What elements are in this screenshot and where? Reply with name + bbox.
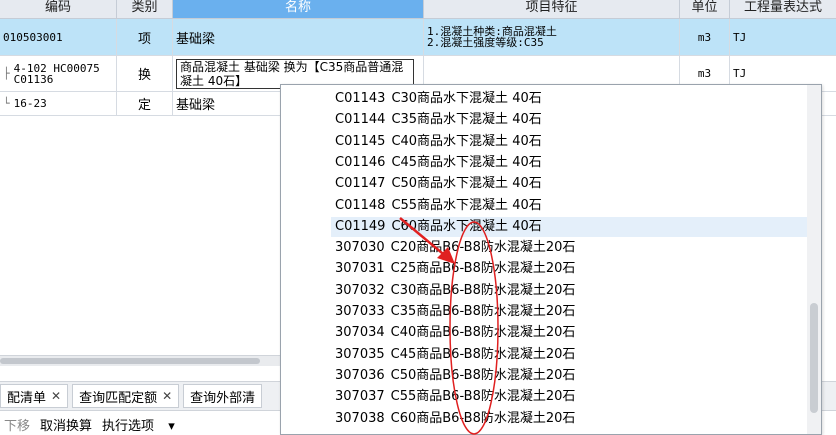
horizontal-scrollbar[interactable] <box>0 355 280 366</box>
row-expr[interactable]: TJ <box>730 19 836 55</box>
tree-branch-icon: └ <box>3 97 10 110</box>
dropdown-option[interactable]: 307037 C55商品B6-B8防水混凝土20石 <box>331 387 809 407</box>
row-type[interactable]: 项 <box>117 19 173 55</box>
close-icon[interactable]: ✕ <box>162 389 172 403</box>
option-code: 307030 <box>335 240 385 256</box>
cancel-convert-button[interactable]: 取消换算 <box>40 415 92 434</box>
tab-label: 查询外部清 <box>190 390 256 406</box>
dropdown-option[interactable]: C01146 C45商品水下混凝土 40石 <box>331 153 809 173</box>
option-code: C01147 <box>335 176 386 192</box>
tab-query-match-quota[interactable]: 查询匹配定额 ✕ <box>72 384 180 408</box>
dropdown-option[interactable]: 307036 C50商品B6-B8防水混凝土20石 <box>331 366 809 386</box>
option-code: 307034 <box>335 325 385 341</box>
dropdown-option[interactable]: 307031 C25商品B6-B8防水混凝土20石 <box>331 259 809 279</box>
option-code: 307036 <box>335 367 385 383</box>
row-code[interactable]: 010503001 <box>0 19 117 55</box>
option-name: C45商品B6-B8防水混凝土20石 <box>390 346 576 362</box>
option-name: C20商品B6-B8防水混凝土20石 <box>390 240 576 256</box>
dropdown-option[interactable]: C01143 C30商品水下混凝土 40石 <box>331 89 809 109</box>
dropdown-option[interactable]: 307033 C35商品B6-B8防水混凝土20石 <box>331 302 809 322</box>
dropdown-option[interactable]: 307035 C45商品B6-B8防水混凝土20石 <box>331 345 809 365</box>
table-row[interactable]: 010503001 项 基础梁 1.混凝土种类:商品混凝土 2.混凝土强度等级:… <box>0 19 836 56</box>
option-code: 307038 <box>335 410 385 426</box>
tab-match-bill[interactable]: 配清单 ✕ <box>0 384 69 408</box>
option-name: C25商品B6-B8防水混凝土20石 <box>390 261 576 277</box>
option-code: 307032 <box>335 282 385 298</box>
dropdown-option[interactable]: C01145 C40商品水下混凝土 40石 <box>331 132 809 152</box>
option-code: 307031 <box>335 261 385 277</box>
tab-label: 配清单 <box>7 390 47 406</box>
option-code: C01146 <box>335 154 386 170</box>
option-code: 307037 <box>335 389 385 405</box>
move-down-button[interactable]: 下移 <box>4 415 30 434</box>
option-name: C50商品水下混凝土 40石 <box>391 176 542 192</box>
scrollbar-thumb[interactable] <box>0 358 260 364</box>
option-name: C60商品B6-B8防水混凝土20石 <box>390 410 576 426</box>
code-line: 16-23 <box>13 97 47 110</box>
option-name: C55商品B6-B8防水混凝土20石 <box>390 389 576 405</box>
option-code: C01148 <box>335 197 386 213</box>
row-code[interactable]: ├ 4-102 HC00075 C01136 <box>0 56 117 91</box>
dropdown-option[interactable]: 307038 C60商品B6-B8防水混凝土20石 <box>331 409 809 429</box>
feature-line: 2.混凝土强度等级:C35 <box>427 36 544 49</box>
dropdown-option[interactable]: C01148 C55商品水下混凝土 40石 <box>331 196 809 216</box>
exec-options-button[interactable]: 执行选项 ▾ <box>102 415 185 434</box>
scrollbar-thumb[interactable] <box>810 303 818 413</box>
material-dropdown-list[interactable]: C01143 C30商品水下混凝土 40石 C01144 C35商品水下混凝土 40石… <box>280 84 822 435</box>
close-icon[interactable]: ✕ <box>51 389 61 403</box>
col-header-name[interactable]: 名称 <box>173 0 424 18</box>
option-code: 307035 <box>335 346 385 362</box>
dropdown-option[interactable]: 307030 C20商品B6-B8防水混凝土20石 <box>331 238 809 258</box>
dropdown-option[interactable]: C01147 C50商品水下混凝土 40石 <box>331 174 809 194</box>
row-unit[interactable]: m3 <box>680 19 730 55</box>
option-name: C50商品B6-B8防水混凝土20石 <box>390 367 576 383</box>
option-code: C01149 <box>335 218 386 234</box>
dropdown-option[interactable]: 307032 C30商品B6-B8防水混凝土20石 <box>331 281 809 301</box>
option-name: C30商品B6-B8防水混凝土20石 <box>390 282 576 298</box>
chevron-down-icon: ▾ <box>168 418 175 434</box>
row-feature[interactable]: 1.混凝土种类:商品混凝土 2.混凝土强度等级:C35 <box>424 19 680 55</box>
code-line: C01136 <box>13 72 54 86</box>
dropdown-option[interactable]: 307034 C40商品B6-B8防水混凝土20石 <box>331 323 809 343</box>
option-name: C60商品水下混凝土 40石 <box>391 218 542 234</box>
option-name: C40商品水下混凝土 40石 <box>391 133 542 149</box>
option-name: C30商品水下混凝土 40石 <box>391 91 542 106</box>
tab-label: 查询匹配定额 <box>79 390 158 406</box>
option-code: 307033 <box>335 304 385 319</box>
option-code: C01144 <box>335 112 386 128</box>
option-name: C35商品B6-B8防水混凝土20石 <box>390 304 576 319</box>
row-code[interactable]: └ 16-23 <box>0 92 117 115</box>
col-header-code[interactable]: 编码 <box>0 0 117 18</box>
option-code: C01143 <box>335 91 386 106</box>
option-name: C55商品水下混凝土 40石 <box>391 197 542 213</box>
col-header-unit[interactable]: 单位 <box>680 0 730 18</box>
col-header-feature[interactable]: 项目特征 <box>424 0 680 18</box>
row-code-lines: 4-102 HC00075 C01136 <box>14 63 100 85</box>
option-name: C45商品水下混凝土 40石 <box>391 154 542 170</box>
dropdown-option[interactable]: C01149 C60商品水下混凝土 40石 <box>331 216 809 237</box>
row-type[interactable]: 定 <box>117 92 173 115</box>
option-code: C01145 <box>335 133 386 149</box>
tree-branch-icon: ├ <box>3 67 10 80</box>
table-header: 编码 类别 名称 项目特征 单位 工程量表达式 <box>0 0 836 19</box>
exec-options-label: 执行选项 <box>102 418 155 434</box>
vertical-scrollbar[interactable] <box>807 85 821 434</box>
row-type[interactable]: 换 <box>117 56 173 91</box>
code-line: 4-102 HC00075 <box>13 61 100 75</box>
dropdown-option[interactable]: C01144 C35商品水下混凝土 40石 <box>331 110 809 130</box>
col-header-expr[interactable]: 工程量表达式 <box>730 0 836 18</box>
option-name: C40商品B6-B8防水混凝土20石 <box>390 325 576 341</box>
col-header-type[interactable]: 类别 <box>117 0 173 18</box>
row-name[interactable]: 基础梁 <box>173 19 424 55</box>
tab-query-external[interactable]: 查询外部清 <box>183 384 263 408</box>
option-name: C35商品水下混凝土 40石 <box>391 112 542 128</box>
